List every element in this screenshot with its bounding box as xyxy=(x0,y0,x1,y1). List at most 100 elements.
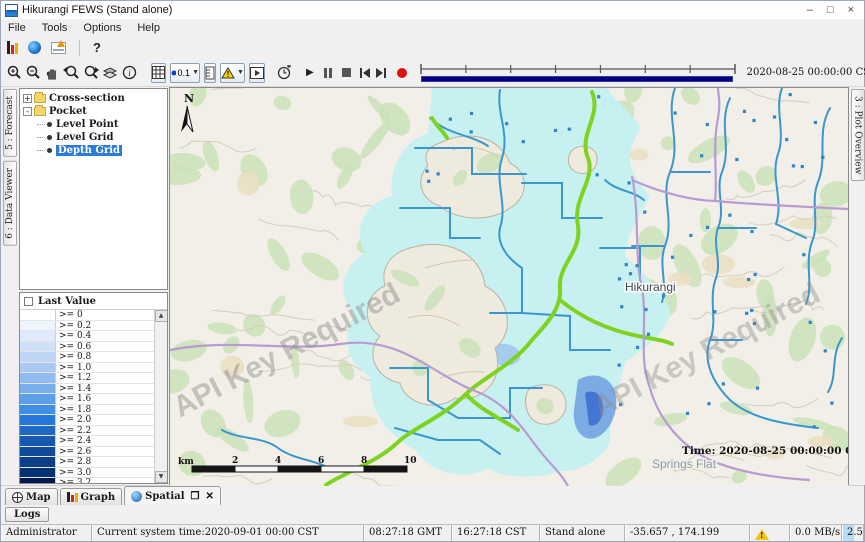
close-button[interactable]: × xyxy=(848,2,854,18)
collapse-icon[interactable]: - xyxy=(23,107,32,116)
animation-icon[interactable] xyxy=(249,63,265,83)
status-gmt-time: 08:27:18 GMT xyxy=(364,525,452,541)
tab-forecast[interactable]: 5 : Forecast xyxy=(3,89,17,157)
logs-button[interactable]: Logs xyxy=(5,507,49,522)
pause-button[interactable] xyxy=(324,63,332,83)
record-button[interactable] xyxy=(397,63,407,83)
zoom-next-icon[interactable] xyxy=(83,63,99,83)
legend-row[interactable]: >= 2.0 xyxy=(20,415,154,426)
menu-help[interactable]: Help xyxy=(137,22,160,34)
legend-row[interactable]: >= 2.8 xyxy=(20,457,154,468)
tree-item-level-point[interactable]: Level Point xyxy=(37,118,167,130)
menu-options[interactable]: Options xyxy=(83,22,121,34)
legend-row[interactable]: >= 1.8 xyxy=(20,405,154,416)
legend-row[interactable]: >= 1.6 xyxy=(20,394,154,405)
title-bar: Hikurangi FEWS (Stand alone) – □ × xyxy=(1,1,864,19)
expand-icon[interactable]: + xyxy=(23,94,32,103)
folder-icon xyxy=(34,94,46,103)
legend-row[interactable]: >= 1.2 xyxy=(20,373,154,384)
status-bar: Administrator Current system time:2020-0… xyxy=(1,524,864,541)
legend-color-swatch xyxy=(20,394,56,404)
last-value-checkbox[interactable] xyxy=(24,297,33,306)
legend-label: >= 1.8 xyxy=(56,405,91,415)
legend-row[interactable]: >= 3.2 xyxy=(20,478,154,483)
app-window: Hikurangi FEWS (Stand alone) – □ × File … xyxy=(0,0,865,542)
app-logo-icon xyxy=(5,4,18,17)
help-button[interactable]: ? xyxy=(93,40,101,55)
tab-spatial[interactable]: Spatial ❐ ✕ xyxy=(124,486,221,505)
legend-color-swatch xyxy=(20,310,56,320)
layer-bullet-icon xyxy=(47,135,52,140)
menu-tools[interactable]: Tools xyxy=(42,22,68,34)
tab-graph[interactable]: Graph xyxy=(60,488,123,505)
maximize-button[interactable]: □ xyxy=(827,2,834,18)
legend-label: >= 1.0 xyxy=(56,363,91,373)
zoom-in-icon[interactable] xyxy=(7,63,22,83)
legend-row[interactable]: >= 0.4 xyxy=(20,331,154,342)
tree-item-cross-section[interactable]: + Cross-section xyxy=(23,92,167,104)
graph-display-icon[interactable] xyxy=(7,41,18,54)
class-break-dropdown[interactable]: 0.1▼ xyxy=(170,63,200,83)
scroll-up-icon[interactable]: ▲ xyxy=(155,310,168,322)
play-button[interactable]: ▶ xyxy=(306,63,314,83)
menu-bar: File Tools Options Help xyxy=(1,19,864,36)
legend-row[interactable]: >= 2.6 xyxy=(20,447,154,458)
map-canvas[interactable]: API Key Required API Key Required N Hiku… xyxy=(170,88,848,486)
legend-row[interactable]: >= 2.4 xyxy=(20,436,154,447)
tree-item-level-grid[interactable]: Level Grid xyxy=(37,131,167,143)
legend-row[interactable]: >= 1.0 xyxy=(20,363,154,374)
svg-text:i: i xyxy=(128,68,131,78)
main-toolbar: ? xyxy=(1,36,864,59)
scale-legend-icon[interactable] xyxy=(204,63,216,83)
menu-file[interactable]: File xyxy=(8,22,26,34)
tab-map[interactable]: Map xyxy=(5,488,58,505)
warning-dropdown[interactable]: ! ▼ xyxy=(220,63,245,83)
place-label-hikurangi: Hikurangi xyxy=(625,280,676,294)
timer-export-icon[interactable] xyxy=(277,63,292,83)
map-display-icon[interactable] xyxy=(28,41,41,54)
legend-label: >= 1.4 xyxy=(56,384,91,394)
time-slider-range[interactable] xyxy=(421,76,733,82)
zoom-previous-icon[interactable] xyxy=(63,63,79,83)
layer-bullet-icon xyxy=(47,122,52,127)
spatial-display-icon[interactable] xyxy=(51,42,66,54)
time-slider[interactable] xyxy=(419,63,737,83)
status-memory[interactable]: 2.5 GB xyxy=(842,525,864,541)
legend-label: >= 0.2 xyxy=(56,321,91,331)
legend-color-swatch xyxy=(20,478,56,483)
skip-start-button[interactable] xyxy=(359,63,371,83)
zoom-out-icon[interactable] xyxy=(26,63,41,83)
svg-text:N: N xyxy=(184,92,194,105)
sphere-icon xyxy=(131,491,142,502)
tree-item-depth-grid[interactable]: Depth Grid xyxy=(37,144,167,156)
legend-row[interactable]: >= 2.2 xyxy=(20,426,154,437)
info-icon[interactable]: i xyxy=(122,63,137,83)
legend-row[interactable]: >= 0.2 xyxy=(20,321,154,332)
status-warning[interactable] xyxy=(750,525,790,541)
pan-hand-icon[interactable] xyxy=(45,63,59,83)
legend-list: >= 0>= 0.2>= 0.4>= 0.6>= 0.8>= 1.0>= 1.2… xyxy=(20,310,154,483)
legend-row[interactable]: >= 1.4 xyxy=(20,384,154,395)
grid-toggle-icon[interactable] xyxy=(151,63,166,83)
tab-data-viewer[interactable]: 6 : Data Viewer xyxy=(3,161,17,246)
status-local-time: 16:27:18 CST xyxy=(452,525,540,541)
legend-label: >= 2.4 xyxy=(56,436,91,446)
map-view[interactable]: API Key Required API Key Required N Hiku… xyxy=(169,87,849,485)
legend-row[interactable]: >= 0 xyxy=(20,310,154,321)
current-datetime: 2020-08-25 00:00:00 CST xyxy=(747,67,865,78)
left-panel: + Cross-section - Pocket Level Point xyxy=(18,87,169,485)
tab-maximize-icon[interactable]: ❐ xyxy=(191,491,200,502)
scroll-down-icon[interactable]: ▼ xyxy=(155,471,168,483)
legend-row[interactable]: >= 0.8 xyxy=(20,352,154,363)
skip-end-button[interactable] xyxy=(375,63,387,83)
legend-color-swatch xyxy=(20,468,56,478)
stop-button[interactable] xyxy=(342,63,351,83)
legend-row[interactable]: >= 0.6 xyxy=(20,342,154,353)
tree-item-pocket[interactable]: - Pocket xyxy=(23,105,167,117)
legend-row[interactable]: >= 3.0 xyxy=(20,468,154,479)
tab-plot-overview[interactable]: 3 : Plot Overview xyxy=(851,89,865,181)
legend-scrollbar[interactable]: ▲ ▼ xyxy=(154,310,167,483)
layers-icon[interactable] xyxy=(103,63,118,83)
minimize-button[interactable]: – xyxy=(807,2,813,18)
tab-close-icon[interactable]: ✕ xyxy=(205,491,213,502)
